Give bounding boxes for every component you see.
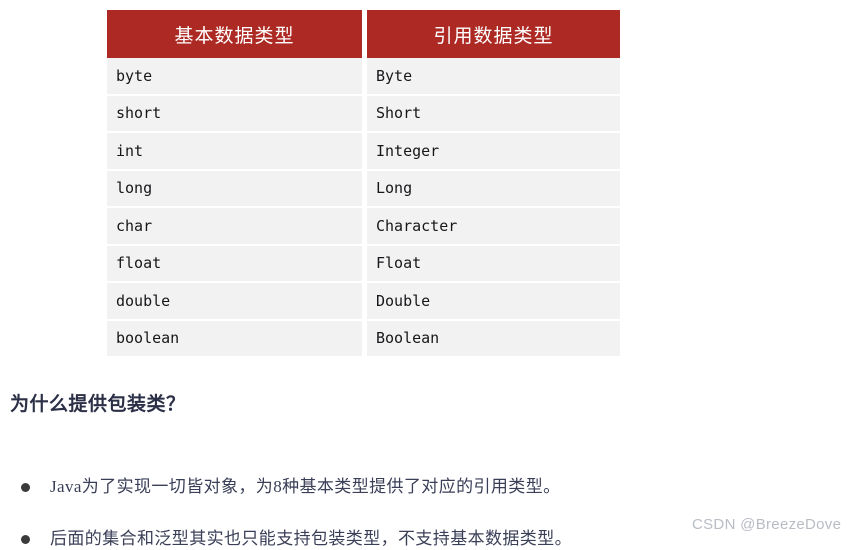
cell-primitive-type: char (107, 208, 362, 246)
cell-primitive-type: short (107, 95, 362, 133)
table-header-row: 基本数据类型 引用数据类型 (107, 10, 620, 58)
table-row: float Float (107, 245, 620, 283)
table-row: short Short (107, 95, 620, 133)
cell-wrapper-type: Boolean (367, 320, 620, 356)
cell-wrapper-type: Double (367, 283, 620, 321)
list-item-text: 后面的集合和泛型其实也只能支持包装类型，不支持基本数据类型。 (50, 529, 572, 548)
table-row: boolean Boolean (107, 320, 620, 356)
cell-wrapper-type: Character (367, 208, 620, 246)
cell-wrapper-type: Byte (367, 58, 620, 96)
cell-primitive-type: float (107, 245, 362, 283)
cell-primitive-type: byte (107, 58, 362, 96)
table-row: long Long (107, 170, 620, 208)
column-header-primitive: 基本数据类型 (107, 10, 362, 58)
bullet-point-icon (21, 483, 30, 492)
cell-wrapper-type: Short (367, 95, 620, 133)
table-row: char Character (107, 208, 620, 246)
cell-primitive-type: double (107, 283, 362, 321)
cell-primitive-type: int (107, 133, 362, 171)
cell-primitive-type: long (107, 170, 362, 208)
csdn-watermark: CSDN @BreezeDove (692, 516, 842, 533)
table-row: byte Byte (107, 58, 620, 96)
table-row: int Integer (107, 133, 620, 171)
cell-wrapper-type: Integer (367, 133, 620, 171)
section-heading: 为什么提供包装类？ (10, 394, 186, 415)
reason-bullet-list: Java为了实现一切皆对象，为8种基本类型提供了对应的引用类型。 后面的集合和泛… (10, 476, 850, 550)
table-body: byte Byte short Short int Integer long L… (107, 58, 620, 356)
list-item: Java为了实现一切皆对象，为8种基本类型提供了对应的引用类型。 (10, 476, 850, 498)
primitive-wrapper-type-table: 基本数据类型 引用数据类型 byte Byte short Short int … (107, 10, 620, 356)
list-item-text: Java为了实现一切皆对象，为8种基本类型提供了对应的引用类型。 (50, 477, 561, 496)
table-header: 基本数据类型 引用数据类型 (107, 10, 620, 58)
cell-wrapper-type: Long (367, 170, 620, 208)
column-header-wrapper: 引用数据类型 (367, 10, 620, 58)
cell-wrapper-type: Float (367, 245, 620, 283)
cell-primitive-type: boolean (107, 320, 362, 356)
table-row: double Double (107, 283, 620, 321)
data-type-table-container: 基本数据类型 引用数据类型 byte Byte short Short int … (107, 10, 620, 356)
